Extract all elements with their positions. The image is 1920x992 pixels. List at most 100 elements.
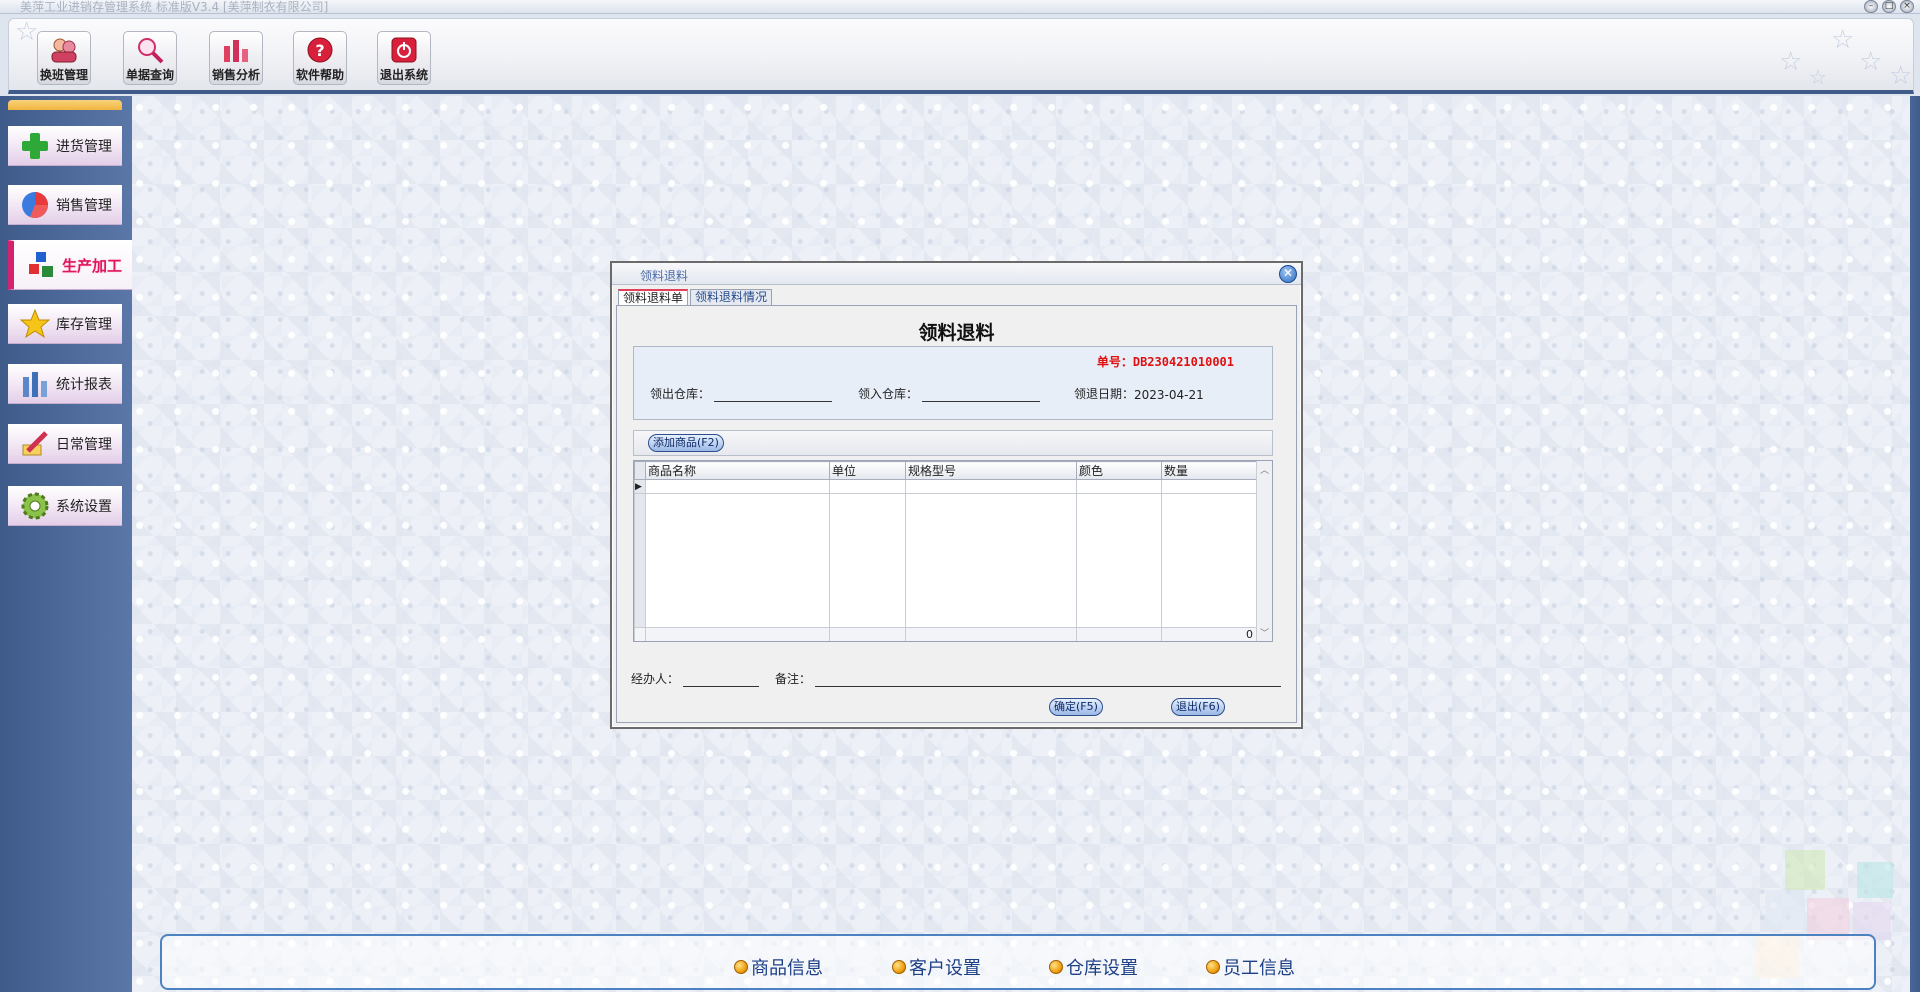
sidebar-item-label: 销售管理 [56,198,112,214]
top-toolbar: ☆ ☆ ☆ ☆ ☆ ☆ 换班管理 单据查询 销售分析 ? 软件帮助 退出系统 [8,18,1914,94]
toolbar-button-label: 销售分析 [211,68,260,82]
row-indicator-header [634,461,646,480]
star-decoration-icon: ☆ [1809,65,1827,89]
table-cell [829,627,906,641]
sidebar-item-sales[interactable]: 销售管理 [8,185,122,225]
orange-dot-icon [892,960,906,974]
sidebar-item-label: 统计报表 [56,377,112,393]
quick-access-bar: 商品信息 客户设置 仓库设置 员工信息 [160,934,1876,990]
table-footer-row: 0 [634,627,1257,641]
remark-field: 备注： [775,670,1282,687]
exit-system-button[interactable]: 退出系统 [377,31,431,85]
in-warehouse-field: 领入仓库： [858,385,1041,402]
out-warehouse-input[interactable] [714,388,833,402]
handler-input[interactable] [683,673,760,687]
scroll-down-icon[interactable]: ﹀ [1257,626,1272,639]
column-header[interactable]: 单位 [829,461,906,480]
grid-vertical-scrollbar[interactable]: ︿ ﹀ [1256,461,1272,641]
quick-item-label: 仓库设置 [1066,958,1138,979]
confirm-button[interactable]: 确定(F5) [1049,698,1103,716]
sales-analysis-button[interactable]: 销售分析 [209,31,263,85]
toolbar-button-label: 退出系统 [379,68,428,82]
tab-return-form[interactable]: 领料退料单 [618,289,689,305]
quick-product-info[interactable]: 商品信息 [734,954,823,980]
orange-dot-icon [734,960,748,974]
quick-employee-info[interactable]: 员工信息 [1206,954,1295,980]
plus-icon [22,133,48,159]
table-cell[interactable] [1076,479,1162,494]
table-cell[interactable] [1161,479,1257,494]
sidebar-item-settings[interactable]: 系统设置 [8,486,122,526]
dialog-title: 领料退料 [640,269,689,283]
product-grid[interactable]: 商品名称 单位 规格型号 颜色 数量 ▶ 0 ︿ ﹀ [633,460,1273,642]
column-header[interactable]: 商品名称 [645,461,830,480]
remark-input[interactable] [815,673,1282,687]
table-cell [645,493,830,628]
quick-item-label: 商品信息 [751,958,823,979]
star-decoration-icon: ☆ [1779,47,1803,77]
date-label: 领退日期： [1074,387,1135,401]
table-cell [1076,493,1162,628]
row-indicator-cell [634,493,646,628]
sidebar-item-daily[interactable]: 日常管理 [8,424,122,464]
row-indicator-cell [634,627,646,641]
window-titlebar: 美萍工业进销存管理系统 标准版V3.4 [美萍制衣有限公司] – □ × [0,0,1920,14]
sidebar-item-label: 进货管理 [56,139,112,155]
pencil-icon [22,431,48,456]
table-cell [1076,627,1162,641]
table-cell[interactable] [645,479,830,494]
sidebar-top-strip [8,100,122,110]
column-header[interactable]: 颜色 [1076,461,1162,480]
dialog-tabs: 领料退料单 领料退料情况 [618,289,774,305]
maximize-icon[interactable]: □ [1882,0,1896,13]
minimize-icon[interactable]: – [1864,0,1878,13]
help-button[interactable]: ? 软件帮助 [293,31,347,85]
table-cell[interactable] [829,479,906,494]
table-row[interactable]: ▶ [634,479,1257,494]
table-cell [645,627,830,641]
form-title: 领料退料 [918,322,995,344]
sidebar-item-reports[interactable]: 统计报表 [8,364,122,404]
left-sidebar: 进货管理 销售管理 生产加工 库存管理 统计报表 日常管理 系统设置 [0,96,132,992]
remark-label: 备注： [775,672,812,686]
table-cell [829,493,906,628]
sidebar-item-label: 系统设置 [56,499,112,515]
window-controls: – □ × [1864,0,1914,13]
in-warehouse-label: 领入仓库： [858,387,919,401]
column-header[interactable]: 规格型号 [905,461,1077,480]
sidebar-item-label: 生产加工 [62,256,123,275]
quick-item-label: 客户设置 [909,958,981,979]
dialog-close-icon[interactable]: ✕ [1279,265,1297,283]
quick-customer-settings[interactable]: 客户设置 [892,954,981,980]
sidebar-item-purchase[interactable]: 进货管理 [8,126,122,166]
add-product-button[interactable]: 添加商品(F2) [648,434,724,452]
star-decoration-icon: ☆ [1859,47,1883,77]
column-header[interactable]: 数量 [1161,461,1257,480]
window-title: 美萍工业进销存管理系统 标准版V3.4 [美萍制衣有限公司] [20,0,329,14]
pie-icon [22,192,48,218]
table-cell[interactable] [905,479,1077,494]
header-info-box: 单号：DB230421010001 领出仓库： 领入仓库： 领退日期： 2023… [633,346,1273,420]
in-warehouse-input[interactable] [922,388,1041,402]
table-cell [905,493,1077,628]
material-return-dialog: 领料退料 ✕ 领料退料单 领料退料情况 领料退料 单号：DB2304210100… [610,261,1303,729]
row-pointer-icon: ▶ [634,479,646,494]
add-product-bar: 添加商品(F2) [633,430,1273,456]
table-cell [905,627,1077,641]
tab-return-status[interactable]: 领料退料情况 [690,289,773,305]
shift-button[interactable]: 换班管理 [37,31,91,85]
star-decoration-icon: ☆ [1831,25,1855,55]
help-icon: ? [307,37,333,63]
magnifier-icon [138,38,164,64]
star-icon [20,309,50,339]
close-icon[interactable]: × [1900,0,1914,13]
gear-icon [21,492,49,520]
quick-warehouse-settings[interactable]: 仓库设置 [1049,954,1138,980]
exit-button[interactable]: 退出(F6) [1171,698,1225,716]
sidebar-item-production[interactable]: 生产加工 [8,240,132,290]
sidebar-item-inventory[interactable]: 库存管理 [8,304,122,344]
query-button[interactable]: 单据查询 [123,31,177,85]
out-warehouse-field: 领出仓库： [650,385,833,402]
date-input[interactable]: 2023-04-21 [1134,388,1204,402]
scroll-up-icon[interactable]: ︿ [1257,463,1272,476]
